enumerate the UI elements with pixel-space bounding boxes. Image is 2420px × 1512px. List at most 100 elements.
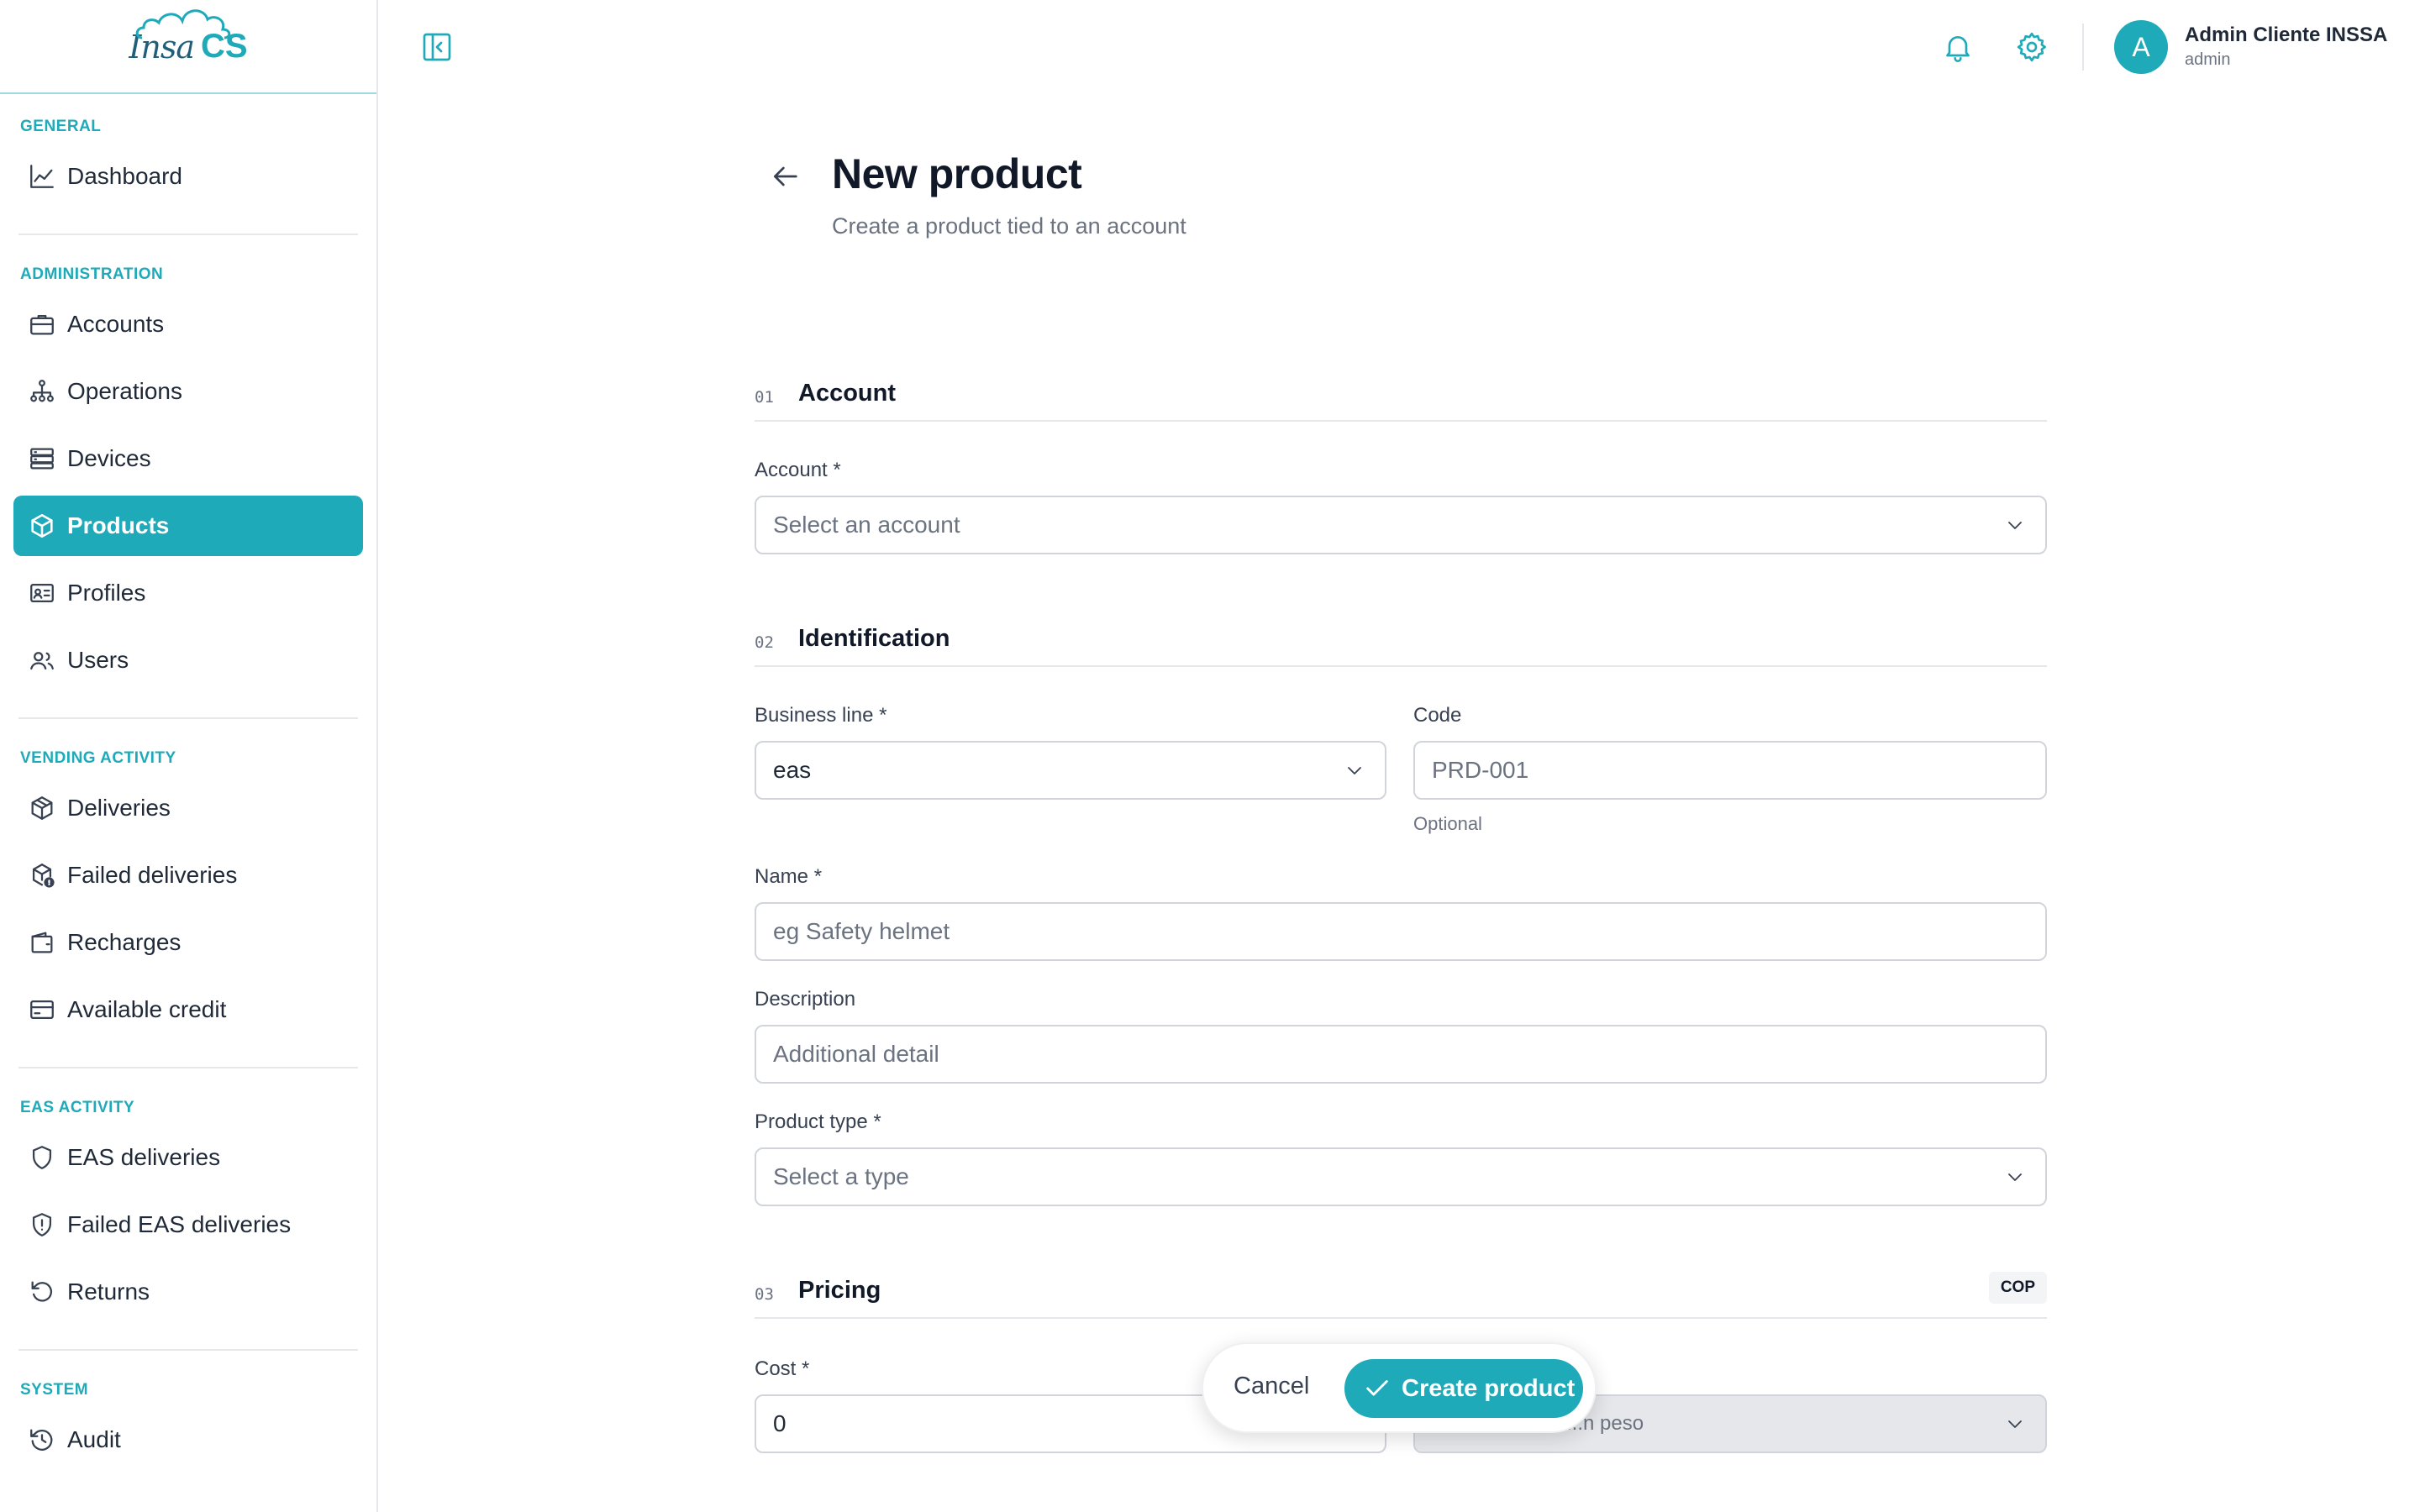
sidebar-item-failed-eas-deliveries[interactable]: Failed EAS deliveries: [13, 1194, 363, 1255]
history-icon: [25, 1423, 59, 1457]
name-placeholder: eg Safety helmet: [773, 918, 950, 944]
section-title-vending-activity: VENDING ACTIVITY: [20, 749, 176, 767]
package-alert-icon: [25, 858, 59, 892]
section-title: Pricing: [798, 1277, 881, 1304]
user-name[interactable]: Admin Cliente INSSA: [2185, 24, 2387, 47]
name-input[interactable]: eg Safety helmet: [755, 902, 2047, 961]
chevron-down-icon: [2008, 522, 2022, 529]
bell-icon[interactable]: [1941, 30, 1975, 64]
logo-area: Insa CS: [0, 0, 376, 94]
sidebar-toggle-icon[interactable]: [420, 30, 454, 64]
sidebar-item-audit[interactable]: Audit: [13, 1410, 363, 1470]
sidebar-item-label: Deliveries: [67, 795, 171, 821]
sidebar-item-users[interactable]: Users: [13, 630, 363, 690]
sidebar-item-dashboard[interactable]: Dashboard: [13, 146, 363, 207]
create-product-label: Create product: [1402, 1374, 1576, 1402]
section-title: Account: [798, 380, 896, 407]
sidebar-item-label: Audit: [67, 1426, 121, 1452]
sidebar-item-label: Recharges: [67, 929, 182, 955]
section-header-account: 01 Account: [755, 380, 2047, 422]
sidebar-item-label: Devices: [67, 445, 151, 471]
sidebar-item-available-credit[interactable]: Available credit: [13, 979, 363, 1040]
sidebar-item-label: Returns: [67, 1278, 150, 1305]
sidebar-item-label: Profiles: [67, 580, 146, 606]
sidebar-item-label: EAS deliveries: [67, 1144, 221, 1170]
section-title-general: GENERAL: [20, 118, 102, 135]
box-icon: [25, 509, 59, 543]
app-root: Insa CS GENERAL ADMINISTRATION VENDING A…: [0, 0, 2420, 1512]
chevron-down-icon: [2008, 1420, 2022, 1428]
shield-icon: [25, 1141, 59, 1174]
section-title: Identification: [798, 625, 950, 652]
sidebar: Insa CS GENERAL ADMINISTRATION VENDING A…: [0, 0, 378, 1512]
gear-icon[interactable]: [2015, 30, 2049, 64]
account-label: Account *: [755, 459, 841, 481]
briefcase-icon: [25, 307, 59, 341]
code-input[interactable]: PRD-001: [1413, 741, 2047, 800]
sidebar-item-devices[interactable]: Devices: [13, 428, 363, 489]
sidebar-item-label: Available credit: [67, 996, 227, 1022]
section-title-eas-activity: EAS ACTIVITY: [20, 1099, 135, 1116]
sidebar-item-returns[interactable]: Returns: [13, 1262, 363, 1322]
chart-line-icon: [25, 160, 59, 193]
nav-divider: [18, 1067, 358, 1068]
nav-divider: [18, 717, 358, 719]
sidebar-item-label: Products: [67, 512, 170, 538]
sidebar-item-eas-deliveries[interactable]: EAS deliveries: [13, 1127, 363, 1188]
insa-cs-logo[interactable]: Insa CS: [129, 8, 248, 66]
name-label: Name *: [755, 865, 823, 888]
cancel-button[interactable]: Cancel: [1234, 1373, 1309, 1400]
section-number: 03: [755, 1285, 774, 1304]
cost-value: 0: [773, 1410, 786, 1436]
chevron-down-icon: [1348, 767, 1361, 774]
section-title-system: SYSTEM: [20, 1381, 89, 1399]
chevron-down-icon: [2008, 1173, 2022, 1181]
check-icon: [1366, 1380, 1388, 1396]
sidebar-item-accounts[interactable]: Accounts: [13, 294, 363, 354]
nav-divider: [18, 1349, 358, 1351]
business-line-select[interactable]: eas: [755, 741, 1386, 800]
sidebar-item-failed-deliveries[interactable]: Failed deliveries: [13, 845, 363, 906]
form-action-bar: Cancel Create product: [1202, 1342, 1597, 1433]
id-card-icon: [25, 576, 59, 610]
avatar[interactable]: A: [2114, 20, 2168, 74]
back-arrow-icon[interactable]: [766, 160, 803, 193]
sidebar-item-operations[interactable]: Operations: [13, 361, 363, 422]
code-placeholder: PRD-001: [1432, 757, 1529, 783]
section-header-identification: 02 Identification: [755, 625, 2047, 667]
header-divider: [2082, 24, 2084, 71]
cost-label: Cost *: [755, 1357, 810, 1380]
currency-badge: COP: [1988, 1272, 2047, 1304]
shield-alert-icon: [25, 1208, 59, 1242]
code-hint: Optional: [1413, 813, 1482, 834]
account-select[interactable]: Select an account: [755, 496, 2047, 554]
users-icon: [25, 643, 59, 677]
rotate-ccw-icon: [25, 1275, 59, 1309]
cloud-logo-icon: [136, 8, 231, 39]
section-number: 02: [755, 633, 774, 652]
create-product-button[interactable]: Create product: [1344, 1359, 1583, 1418]
sidebar-item-products[interactable]: Products: [13, 496, 363, 556]
page-title: New product: [832, 150, 1082, 197]
business-line-value: eas: [773, 757, 812, 783]
sidebar-item-profiles[interactable]: Profiles: [13, 563, 363, 623]
sidebar-item-recharges[interactable]: Recharges: [13, 912, 363, 973]
sidebar-item-label: Failed deliveries: [67, 862, 238, 888]
account-select-placeholder: Select an account: [773, 512, 960, 538]
section-title-administration: ADMINISTRATION: [20, 265, 164, 283]
product-type-label: Product type *: [755, 1110, 881, 1133]
credit-card-icon: [25, 993, 59, 1026]
description-input[interactable]: Additional detail: [755, 1025, 2047, 1084]
sidebar-item-deliveries[interactable]: Deliveries: [13, 778, 363, 838]
sidebar-item-label: Failed EAS deliveries: [67, 1211, 292, 1237]
sidebar-item-label: Accounts: [67, 311, 165, 337]
package-icon: [25, 791, 59, 825]
page-subtitle: Create a product tied to an account: [832, 213, 1186, 239]
server-icon: [25, 442, 59, 475]
org-chart-icon: [25, 375, 59, 408]
code-label: Code: [1413, 704, 1462, 727]
sidebar-item-label: Users: [67, 647, 129, 673]
product-type-select[interactable]: Select a type: [755, 1147, 2047, 1206]
sidebar-item-label: Operations: [67, 378, 182, 404]
section-header-pricing: 03 Pricing COP: [755, 1272, 2047, 1319]
